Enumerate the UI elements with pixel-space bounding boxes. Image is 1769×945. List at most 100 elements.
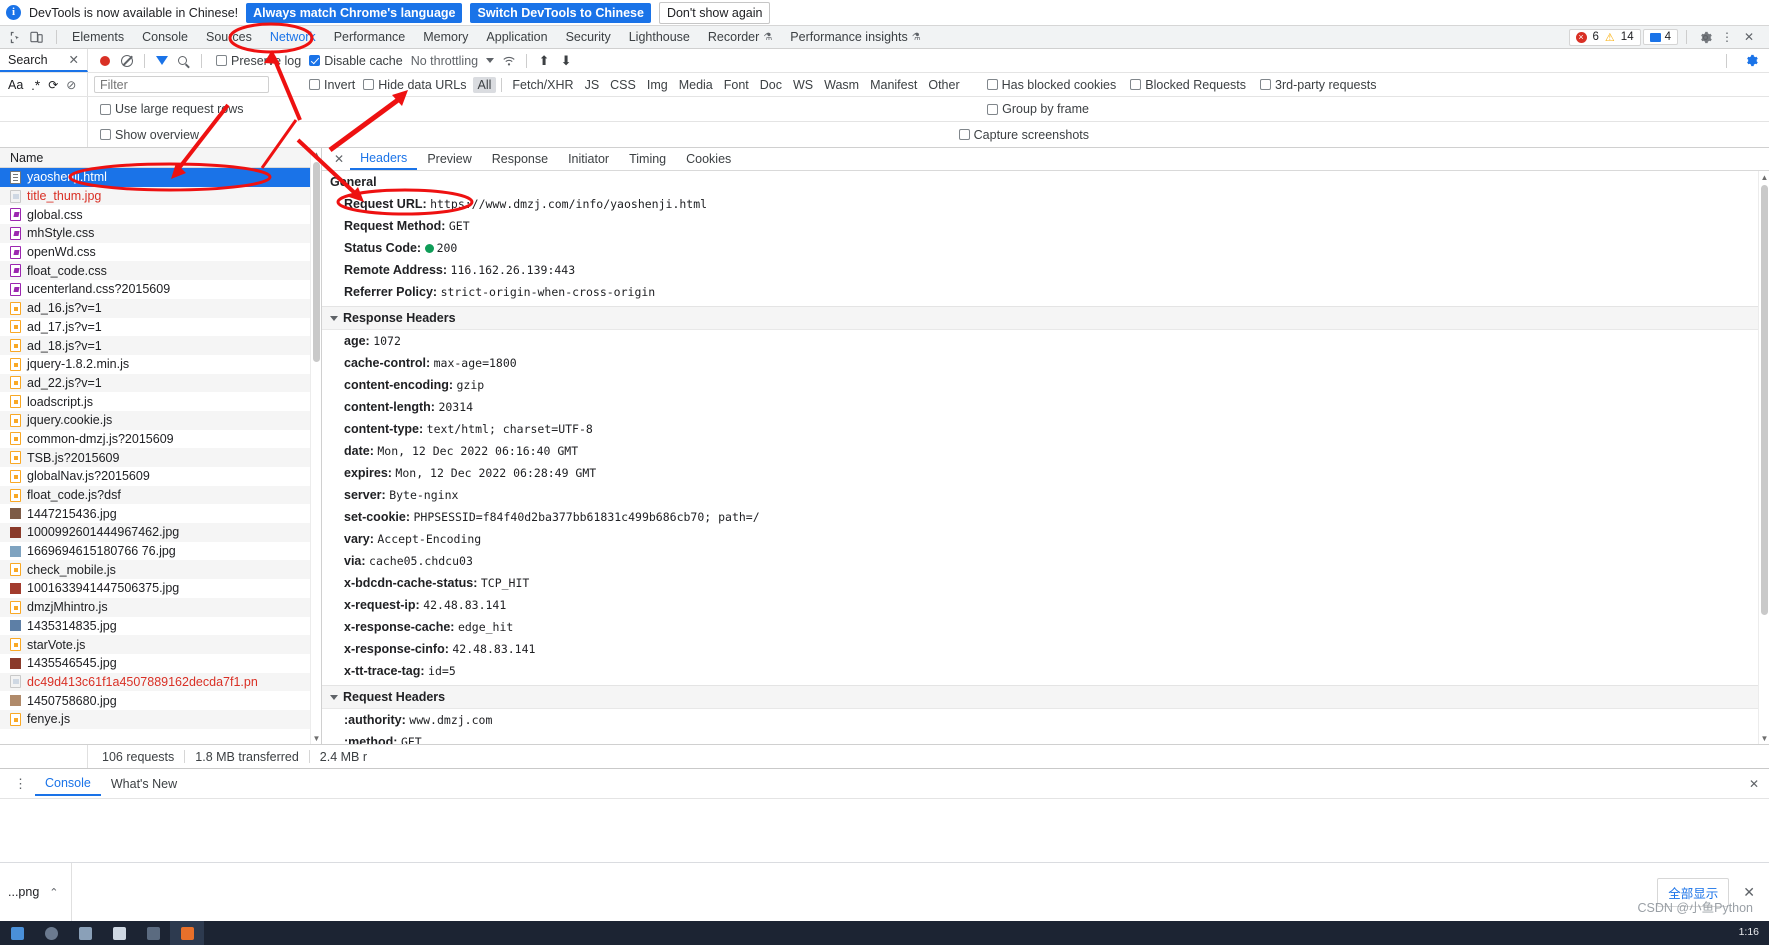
invert-checkbox[interactable]: Invert	[309, 78, 355, 92]
inspect-element-icon[interactable]	[8, 30, 23, 45]
third-party-requests-checkbox[interactable]: 3rd-party requests	[1260, 78, 1376, 92]
filter-type-font[interactable]: Font	[719, 77, 754, 93]
search-icon[interactable]	[173, 50, 195, 72]
filter-type-manifest[interactable]: Manifest	[865, 77, 922, 93]
filter-type-fetch-xhr[interactable]: Fetch/XHR	[507, 77, 578, 93]
chevron-up-icon[interactable]: ⌃	[49, 886, 58, 899]
table-row[interactable]: 1435546545.jpg	[0, 654, 321, 673]
table-row[interactable]: ad_22.js?v=1	[0, 373, 321, 393]
filter-type-img[interactable]: Img	[642, 77, 673, 93]
tab-memory[interactable]: Memory	[414, 28, 477, 46]
taskbar-search-icon[interactable]	[34, 921, 68, 945]
table-row[interactable]: fenye.js	[0, 709, 321, 729]
tab-elements[interactable]: Elements	[63, 28, 133, 46]
table-row[interactable]: float_code.js?dsf	[0, 485, 321, 505]
request-list[interactable]: yaoshenji.html title_thum.jpg global.css mh…	[0, 168, 321, 744]
table-row[interactable]: title_thum.jpg	[0, 186, 321, 206]
clear-network-log-icon[interactable]	[116, 50, 138, 72]
request-list-scrollbar[interactable]: ▲ ▼	[310, 148, 321, 744]
close-icon[interactable]: ✕	[69, 52, 79, 67]
table-row[interactable]: starVote.js	[0, 635, 321, 654]
scroll-up-arrow[interactable]: ▲	[311, 148, 322, 160]
filter-type-other[interactable]: Other	[923, 77, 964, 93]
gear-icon[interactable]	[1695, 27, 1715, 47]
export-har-icon[interactable]: ⬇	[555, 50, 577, 72]
tab-sources[interactable]: Sources	[197, 28, 261, 46]
network-conditions-icon[interactable]	[498, 50, 520, 72]
taskbar-start-icon[interactable]	[0, 921, 34, 945]
refresh-icon[interactable]: ⟳	[48, 78, 58, 92]
filter-type-media[interactable]: Media	[674, 77, 718, 93]
headers-scrollbar[interactable]: ▲ ▼	[1758, 171, 1769, 744]
table-row[interactable]: ad_16.js?v=1	[0, 298, 321, 318]
throttling-dropdown[interactable]: No throttling	[411, 54, 495, 68]
preserve-log-checkbox[interactable]: Preserve log	[216, 54, 301, 68]
table-row[interactable]: common-dmzj.js?2015609	[0, 430, 321, 449]
has-blocked-cookies-checkbox[interactable]: Has blocked cookies	[986, 78, 1116, 92]
tab-network[interactable]: Network	[261, 28, 325, 46]
show-overview-checkbox[interactable]: Show overview	[100, 128, 199, 142]
tab-cookies[interactable]: Cookies	[676, 148, 741, 170]
filter-type-js[interactable]: JS	[580, 77, 605, 93]
table-row[interactable]: 1000992601444967462.jpg	[0, 523, 321, 542]
use-large-request-rows-checkbox[interactable]: Use large request rows	[100, 102, 244, 116]
kebab-menu-icon[interactable]: ⋮	[6, 776, 35, 792]
clear-icon[interactable]: ⊘	[66, 78, 76, 92]
disable-cache-checkbox[interactable]: Disable cache	[309, 54, 403, 68]
filter-type-wasm[interactable]: Wasm	[819, 77, 864, 93]
dont-show-again-button[interactable]: Don't show again	[658, 1, 771, 24]
scroll-down-arrow[interactable]: ▼	[1759, 732, 1769, 744]
filter-type-doc[interactable]: Doc	[755, 77, 787, 93]
tab-performance[interactable]: Performance	[325, 28, 415, 46]
table-row[interactable]: 1001633941447506375.jpg	[0, 579, 321, 598]
taskbar-icon-5[interactable]	[136, 921, 170, 945]
tab-headers[interactable]: Headers	[350, 148, 418, 170]
console-drawer-body[interactable]	[0, 798, 1769, 854]
switch-to-chinese-button[interactable]: Switch DevTools to Chinese	[470, 2, 651, 23]
search-pane-header[interactable]: Search ✕	[0, 49, 88, 72]
hide-data-urls-checkbox[interactable]: Hide data URLs	[363, 78, 467, 92]
record-button[interactable]	[94, 50, 116, 72]
tab-console[interactable]: Console	[133, 28, 197, 46]
tab-lighthouse[interactable]: Lighthouse	[620, 28, 699, 46]
issues-badge-group[interactable]: × 6 ⚠ 14	[1568, 28, 1641, 46]
messages-badge[interactable]: 4	[1642, 29, 1678, 45]
scrollbar-thumb[interactable]	[313, 162, 320, 362]
request-headers-section-header[interactable]: Request Headers	[322, 686, 1769, 709]
table-row[interactable]: float_code.css	[0, 261, 321, 281]
general-section-header[interactable]: General	[322, 171, 1769, 193]
table-row[interactable]: TSB.js?2015609	[0, 448, 321, 467]
close-icon[interactable]: ✕	[1743, 884, 1755, 901]
match-case-icon[interactable]: Aa	[8, 78, 23, 92]
filter-type-css[interactable]: CSS	[605, 77, 641, 93]
filter-funnel-icon[interactable]	[151, 50, 173, 72]
close-icon[interactable]: ✕	[1749, 777, 1769, 791]
tab-recorder[interactable]: Recorder ⚗	[699, 28, 781, 46]
table-row[interactable]: jquery-1.8.2.min.js	[0, 355, 321, 374]
table-row[interactable]: ad_17.js?v=1	[0, 318, 321, 337]
capture-screenshots-checkbox[interactable]: Capture screenshots	[958, 128, 1089, 142]
group-by-frame-checkbox[interactable]: Group by frame	[987, 102, 1089, 116]
tab-performance-insights[interactable]: Performance insights ⚗	[781, 28, 929, 46]
table-row[interactable]: dmzjMhintro.js	[0, 597, 321, 617]
filter-type-all[interactable]: All	[472, 76, 497, 93]
blocked-requests-checkbox[interactable]: Blocked Requests	[1130, 78, 1246, 92]
taskbar-icon-4[interactable]	[102, 921, 136, 945]
table-row[interactable]: jquery.cookie.js	[0, 410, 321, 430]
table-row[interactable]: ucenterland.css?2015609	[0, 280, 321, 299]
show-all-downloads-button[interactable]: 全部显示	[1657, 877, 1730, 907]
table-row[interactable]: globalNav.js?2015609	[0, 467, 321, 486]
taskbar-icon-3[interactable]	[68, 921, 102, 945]
table-row[interactable]: check_mobile.js	[0, 560, 321, 580]
kebab-menu-icon[interactable]: ⋮	[1717, 27, 1737, 47]
table-row[interactable]: mhStyle.css	[0, 224, 321, 243]
filter-type-ws[interactable]: WS	[788, 77, 818, 93]
table-row[interactable]: 1435314835.jpg	[0, 617, 321, 636]
table-row[interactable]: ad_18.js?v=1	[0, 336, 321, 355]
scroll-down-arrow[interactable]: ▼	[311, 732, 322, 744]
response-headers-section-header[interactable]: Response Headers	[322, 307, 1769, 330]
drawer-tab-whats-new[interactable]: What's New	[101, 773, 187, 795]
always-match-language-button[interactable]: Always match Chrome's language	[246, 2, 463, 23]
close-icon[interactable]: ✕	[328, 152, 350, 166]
table-row[interactable]: 1669694615180766 76.jpg	[0, 542, 321, 561]
